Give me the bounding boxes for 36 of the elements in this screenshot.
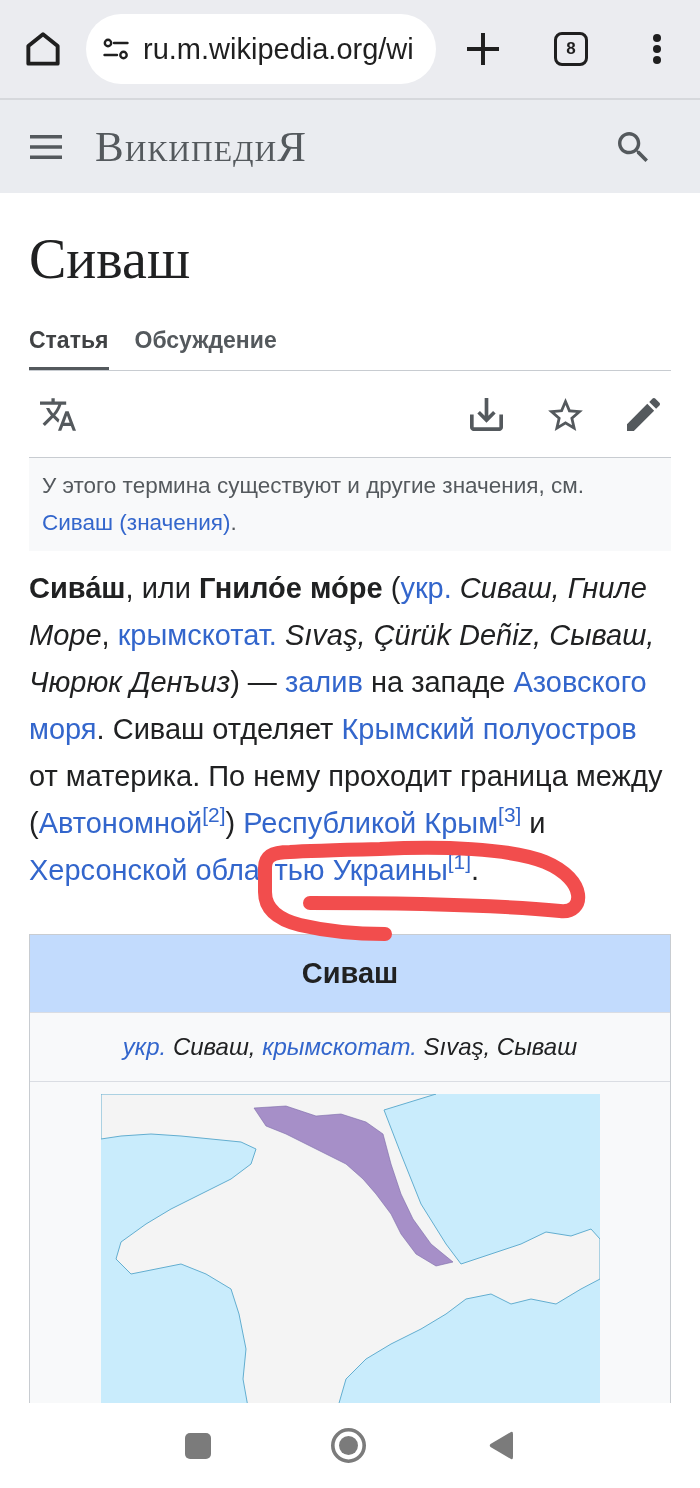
reference-link[interactable]: [2]	[202, 803, 226, 827]
home-icon[interactable]	[26, 32, 60, 66]
article-link[interactable]: укр.	[400, 572, 452, 604]
back-icon[interactable]	[489, 1431, 513, 1460]
more-menu-icon[interactable]	[653, 34, 661, 64]
article-link[interactable]: Автономной	[38, 807, 203, 839]
pencil-icon[interactable]	[627, 397, 660, 431]
infobox-title: Сиваш	[30, 935, 670, 1012]
article-link[interactable]: тью Украины	[274, 854, 448, 886]
language-link[interactable]: крымскотат.	[262, 1033, 417, 1060]
language-link[interactable]: укр.	[122, 1033, 167, 1060]
download-icon[interactable]	[470, 397, 503, 431]
article-link[interactable]: Херсонской обла	[29, 854, 260, 886]
translate-icon[interactable]	[40, 397, 76, 431]
article-link[interactable]: Азовского	[513, 666, 647, 698]
menu-icon[interactable]	[30, 134, 62, 159]
disambiguation-link[interactable]: Сиваш (значения)	[42, 510, 231, 535]
article-link[interactable]: залив	[284, 666, 363, 698]
infobox-subtitle: укр. Сиваш, крымскотат. Sıvaş, Сываш	[30, 1012, 670, 1081]
search-icon[interactable]	[618, 131, 648, 162]
page-tab[interactable]: Статья	[29, 315, 109, 370]
square-icon[interactable]	[185, 1432, 211, 1459]
article-link[interactable]: крымскотат.	[117, 619, 277, 651]
tune-icon[interactable]	[103, 37, 129, 61]
article-link[interactable]: Крымский полуостров	[341, 713, 637, 745]
article-link[interactable]: моря	[29, 713, 97, 745]
article-link[interactable]: Республикой Крым	[243, 807, 499, 839]
wikipedia-logo[interactable]: ВикипедиЯ	[95, 122, 307, 171]
reference-link[interactable]: [3]	[498, 803, 522, 827]
tab-switcher-button[interactable]: 8	[554, 32, 588, 66]
disambiguation-note: У этого термина существуют и другие значения, см. Сиваш (значения).	[29, 458, 671, 551]
plus-icon[interactable]	[467, 33, 499, 65]
article-title: Сиваш	[29, 227, 191, 292]
star-icon[interactable]	[548, 397, 583, 431]
page-tab[interactable]: Обсуждение	[134, 315, 277, 370]
address-bar[interactable]: ru.m.wikipedia.org/wi	[86, 14, 436, 84]
